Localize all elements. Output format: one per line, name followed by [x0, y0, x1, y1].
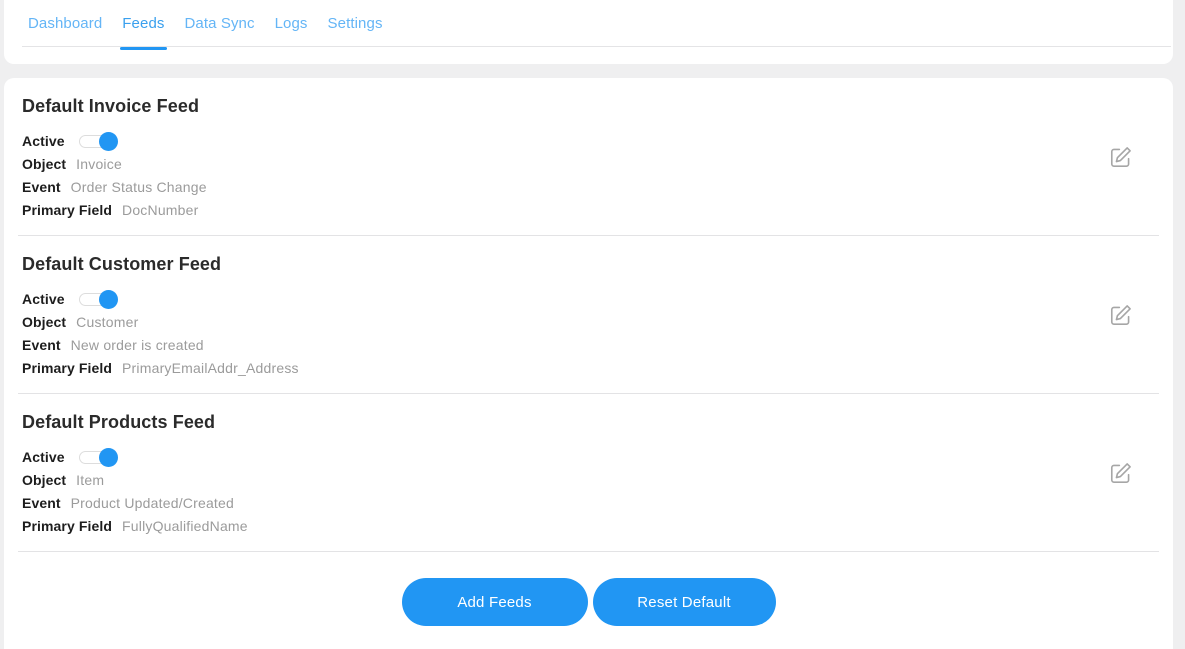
feed-object-label: Object [22, 313, 67, 330]
feed-active-toggle[interactable] [78, 447, 118, 467]
footer-actions: Add Feeds Reset Default [4, 552, 1173, 626]
feed-card: Default Products Feed Active Object Item… [4, 394, 1173, 551]
feed-title: Default Products Feed [22, 412, 216, 432]
tab-feeds[interactable]: Feeds [112, 12, 174, 50]
feed-primary-field-value: DocNumber [122, 201, 199, 218]
edit-pencil-icon [1110, 146, 1131, 167]
feed-object-row: Object Item [22, 468, 1173, 491]
tab-dashboard-label: Dashboard [28, 15, 103, 32]
toggle-thumb [98, 289, 118, 309]
feed-event-value: Order Status Change [70, 178, 207, 195]
feed-primary-field-label: Primary Field [22, 201, 113, 218]
feed-object-label: Object [22, 471, 67, 488]
feed-event-value: New order is created [70, 336, 204, 353]
feed-primary-field-value: PrimaryEmailAddr_Address [122, 359, 299, 376]
tab-settings-label: Settings [327, 15, 383, 32]
feed-event-row: Event Product Updated/Created [22, 491, 1173, 514]
tab-data-sync[interactable]: Data Sync [175, 12, 265, 50]
reset-default-button[interactable]: Reset Default [592, 578, 776, 626]
feed-event-label: Event [22, 336, 61, 353]
edit-pencil-icon [1110, 462, 1131, 483]
feed-details: Active Object Invoice Event Order Status… [22, 129, 1173, 221]
feed-object-row: Object Customer [22, 310, 1173, 333]
feed-event-value: Product Updated/Created [70, 494, 234, 511]
feed-edit-button[interactable] [1107, 459, 1135, 487]
feed-details: Active Object Customer Event New order i… [22, 287, 1173, 379]
feeds-content-panel: Default Invoice Feed Active Object Invoi… [4, 78, 1173, 649]
feed-active-row: Active [22, 287, 1173, 310]
feed-primary-field-row: Primary Field PrimaryEmailAddr_Address [22, 356, 1173, 379]
feed-active-label: Active [22, 448, 65, 465]
feed-active-row: Active [22, 129, 1173, 152]
nav-tabs: Dashboard Feeds Data Sync Logs Settings [18, 12, 393, 50]
feed-object-row: Object Invoice [22, 152, 1173, 175]
feed-object-value: Invoice [76, 155, 122, 172]
add-feeds-button[interactable]: Add Feeds [401, 578, 588, 626]
feed-card: Default Customer Feed Active Object Cust… [4, 236, 1173, 393]
feed-object-label: Object [22, 155, 67, 172]
feed-edit-button[interactable] [1107, 301, 1135, 329]
feed-title: Default Customer Feed [22, 254, 222, 274]
nav-underline [22, 46, 1171, 47]
feed-primary-field-value: FullyQualifiedName [122, 517, 248, 534]
feed-primary-field-row: Primary Field DocNumber [22, 198, 1173, 221]
tab-dashboard[interactable]: Dashboard [18, 12, 112, 50]
feed-active-toggle[interactable] [78, 131, 118, 151]
toggle-thumb [98, 131, 118, 151]
feed-active-label: Active [22, 132, 65, 149]
feed-primary-field-row: Primary Field FullyQualifiedName [22, 514, 1173, 537]
nav-panel: Dashboard Feeds Data Sync Logs Settings [4, 0, 1173, 64]
toggle-thumb [98, 447, 118, 467]
feed-primary-field-label: Primary Field [22, 517, 113, 534]
feed-object-value: Item [76, 471, 105, 488]
edit-pencil-icon [1110, 304, 1131, 325]
feed-event-label: Event [22, 178, 61, 195]
tab-data-sync-label: Data Sync [184, 15, 255, 32]
app-root: Dashboard Feeds Data Sync Logs Settings … [0, 0, 1185, 649]
feed-details: Active Object Item Event Product Updated… [22, 445, 1173, 537]
tab-logs[interactable]: Logs [265, 12, 318, 50]
tab-feeds-label: Feeds [122, 15, 165, 32]
feed-card: Default Invoice Feed Active Object Invoi… [4, 78, 1173, 235]
tab-logs-label: Logs [274, 15, 308, 32]
feed-active-label: Active [22, 290, 65, 307]
tab-settings[interactable]: Settings [318, 12, 393, 50]
feed-active-toggle[interactable] [78, 289, 118, 309]
feed-event-row: Event New order is created [22, 333, 1173, 356]
feed-event-label: Event [22, 494, 61, 511]
feed-title: Default Invoice Feed [22, 96, 200, 116]
feed-edit-button[interactable] [1107, 143, 1135, 171]
feed-active-row: Active [22, 445, 1173, 468]
feed-event-row: Event Order Status Change [22, 175, 1173, 198]
feed-primary-field-label: Primary Field [22, 359, 113, 376]
feed-object-value: Customer [76, 313, 139, 330]
